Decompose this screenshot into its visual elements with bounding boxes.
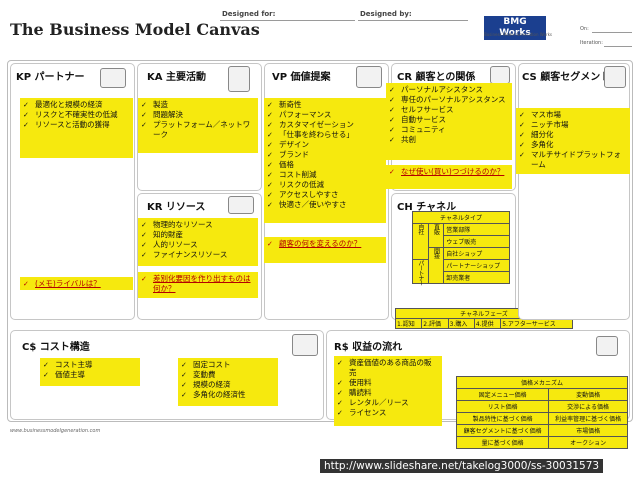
vp-sticky: 新奇性パフォーマンスカスタマイゼーション 「仕事を終わらせる」デザインブランド … — [264, 98, 386, 223]
cost-title: C$ コスト構造 — [22, 342, 90, 353]
gift-icon — [356, 66, 382, 88]
bmg-logo-sub: Business Model Generation Works — [484, 32, 552, 37]
phase-cell: 2.評価 — [421, 318, 449, 329]
canvas-title: The Business Model Canvas — [10, 20, 260, 39]
channel-row: 営業部隊 — [443, 223, 510, 236]
channel-row: 自社ショップ — [443, 247, 510, 260]
pricing-cell: 市場価格 — [548, 424, 628, 437]
resources-icon — [228, 196, 254, 214]
handshake-icon — [100, 68, 126, 88]
ka-note: 差別化要因を作り出すものは何か？ — [141, 274, 254, 294]
pricing-cell: 製品特性に基づく価格 — [455, 412, 550, 425]
ka-note-sticky: 差別化要因を作り出すものは何か？ — [138, 272, 258, 298]
pricing-cell: 量に基づく価格 — [455, 436, 550, 449]
heart-icon — [490, 66, 510, 84]
on-label: On: — [580, 26, 589, 32]
cr-note-sticky: なぜ使い(買い)つづけるのか？ — [386, 165, 512, 189]
price-tag-icon — [292, 334, 318, 356]
phase-cell: 4.提供 — [473, 318, 502, 329]
pricing-header: 価格メカニズム — [456, 376, 628, 389]
cs-sticky: マス市場ニッチ市場細分化 多角化マルチサイドプラットフォーム — [516, 108, 630, 174]
cost-sticky-a: コスト主導価値主導 — [40, 358, 140, 386]
designed-by-line — [358, 20, 468, 21]
channel-type-header: チャネルタイプ — [412, 211, 510, 224]
vp-note: 顧客の何を変えるのか？ — [267, 239, 382, 249]
customer-icon — [604, 66, 626, 88]
own-label: 自社 — [412, 223, 429, 260]
cs-title: CS 顧客セグメント — [522, 72, 611, 83]
phase-cell: 5.アフターサービス — [500, 318, 573, 329]
kp-sticky: 最適化と規模の経済リスクと不確実性の低減リソースと活動の獲得 — [20, 98, 133, 158]
on-line — [592, 32, 632, 33]
revenue-sticky: 資産価値のある商品の販売使用料購読料 レンタル／リースライセンス — [334, 356, 442, 426]
pricing-col-dynamic: 変動価格 — [548, 388, 628, 401]
pricing-cell: 利益率管理に基づく価格 — [548, 412, 628, 425]
kr-sticky: 物理的なリソース知的財産人的リソースファイナンスリソース — [138, 218, 258, 266]
designed-for-label: Designed for: — [222, 10, 276, 18]
cost-sticky-b: 固定コスト変動費規模の経済多角化の経済性 — [178, 358, 278, 406]
pricing-cell: オークション — [548, 436, 628, 449]
ka-sticky: 製造問題解決プラットフォーム／ネットワーク — [138, 98, 258, 153]
cr-title: CR 顧客との関係 — [397, 72, 476, 83]
pricing-cell: 顧客セグメントに基づく価格 — [455, 424, 550, 437]
kp-title: KP パートナー — [16, 72, 85, 83]
kp-note-sticky: (メモ)ライバルは？ — [20, 277, 133, 290]
designed-for-line — [220, 20, 355, 21]
slideshare-url[interactable]: http://www.slideshare.net/takelog3000/ss… — [320, 459, 604, 473]
cr-sticky: パーソナルアシスタンス専任のパーソナルアシスタンスセルフサービス 自動サービスコ… — [386, 83, 512, 160]
indirect-label: 間接 — [427, 247, 445, 284]
vp-note-sticky: 顧客の何を変えるのか？ — [264, 237, 386, 263]
partner-label: パートナー — [412, 259, 429, 285]
pricing-col-fixed: 固定メニュー価格 — [455, 388, 550, 401]
phase-cell: 1.認知 — [394, 318, 423, 329]
cr-note: なぜ使い(買い)つづけるのか？ — [389, 167, 508, 177]
designed-by-label: Designed by: — [360, 10, 412, 18]
cs-block — [518, 63, 630, 320]
pricing-table: 価格メカニズム 固定メニュー価格 変動価格 リスト価格 交渉による価格 製品特性に… — [455, 376, 628, 449]
iteration-line — [604, 46, 632, 47]
channel-type-table: チャネルタイプ 自社 直販 営業部隊 ウェブ販売 間接 自社ショップ パートナー… — [412, 211, 510, 285]
activity-icon — [228, 66, 250, 92]
pricing-cell: 交渉による価格 — [548, 400, 628, 413]
channel-row: ウェブ販売 — [443, 235, 510, 248]
phase-cell: 3.購入 — [447, 318, 475, 329]
revenue-title: R$ 収益の流れ — [334, 342, 403, 353]
iteration-label: Iteration: — [580, 40, 603, 46]
kp-note: (メモ)ライバルは？ — [23, 279, 129, 289]
ka-title: KA 主要活動 — [147, 72, 206, 83]
channel-row: 卸売業者 — [443, 271, 510, 284]
channel-row: パートナーショップ — [443, 259, 510, 272]
kr-title: KR リソース — [147, 202, 206, 213]
direct-label: 直販 — [427, 223, 445, 248]
vp-title: VP 価値提案 — [272, 72, 331, 83]
money-icon — [596, 336, 618, 356]
pricing-cell: リスト価格 — [455, 400, 550, 413]
source-link[interactable]: www.businessmodelgeneration.com — [10, 428, 100, 434]
